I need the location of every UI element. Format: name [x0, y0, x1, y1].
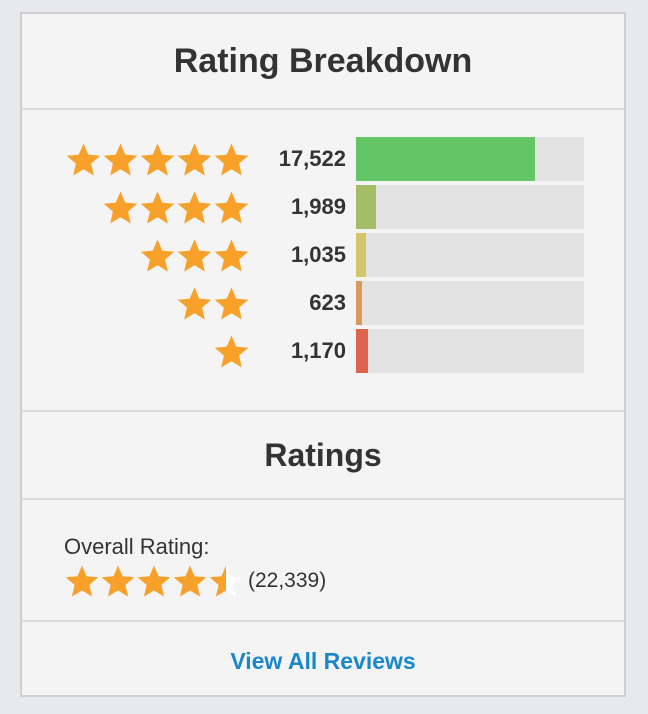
overall-rating-section: Overall Rating: (22,339)	[22, 500, 624, 622]
star-icon	[214, 239, 249, 271]
rating-bar-fill	[356, 137, 535, 181]
star-icon	[101, 565, 135, 597]
rating-count: 1,989	[290, 194, 346, 219]
rating-count: 17,522	[278, 146, 346, 171]
star-icon	[177, 143, 212, 175]
star-group	[176, 281, 250, 325]
rating-bar-fill	[356, 329, 368, 373]
rating-row-3[interactable]: 1,035	[22, 233, 624, 277]
star-icon	[177, 287, 212, 319]
star-icon	[140, 239, 175, 271]
star-icon	[214, 143, 249, 175]
rating-row-1[interactable]: 1,170	[22, 329, 624, 373]
card-footer: View All Reviews	[22, 622, 624, 700]
star-icon	[140, 191, 175, 223]
rating-bar-track	[356, 137, 584, 181]
rating-row-2[interactable]: 623	[22, 281, 624, 325]
view-all-reviews-link[interactable]: View All Reviews	[230, 648, 415, 675]
star-icon	[103, 191, 138, 223]
ratings-title: Ratings	[22, 412, 624, 500]
star-group	[139, 233, 250, 277]
star-group	[65, 137, 250, 181]
star-icon	[177, 191, 212, 223]
rating-bar-track	[356, 281, 584, 325]
overall-rating-count: (22,339)	[248, 569, 327, 592]
rating-count: 1,035	[290, 242, 346, 267]
star-icon	[137, 565, 171, 597]
rating-bar-track	[356, 233, 584, 277]
half-star-icon	[209, 565, 243, 597]
star-group	[213, 329, 250, 373]
star-icon	[66, 143, 101, 175]
star-icon	[103, 143, 138, 175]
rating-count: 1,170	[290, 338, 346, 363]
rating-bar-track	[356, 329, 584, 373]
star-icon	[173, 565, 207, 597]
rating-bar-track	[356, 185, 584, 229]
star-group	[102, 185, 250, 229]
star-icon	[65, 565, 99, 597]
star-icon	[140, 143, 175, 175]
rating-card: Rating Breakdown 17,522 1,989 1,035 623 …	[20, 12, 626, 697]
overall-rating-label: Overall Rating:	[64, 534, 210, 559]
rating-bar-fill	[356, 233, 367, 277]
rating-row-5[interactable]: 17,522	[22, 137, 624, 181]
star-icon	[214, 335, 249, 367]
overall-rating: (22,339)	[64, 564, 326, 598]
star-icon	[214, 191, 249, 223]
rating-bar-fill	[356, 281, 363, 325]
rating-breakdown: 17,522 1,989 1,035 623 1,170	[22, 110, 624, 412]
rating-bar-fill	[356, 185, 377, 229]
rating-breakdown-title: Rating Breakdown	[22, 14, 624, 110]
overall-star-group	[64, 564, 244, 598]
star-icon	[214, 287, 249, 319]
star-icon	[177, 239, 212, 271]
rating-count: 623	[309, 290, 346, 315]
rating-row-4[interactable]: 1,989	[22, 185, 624, 229]
